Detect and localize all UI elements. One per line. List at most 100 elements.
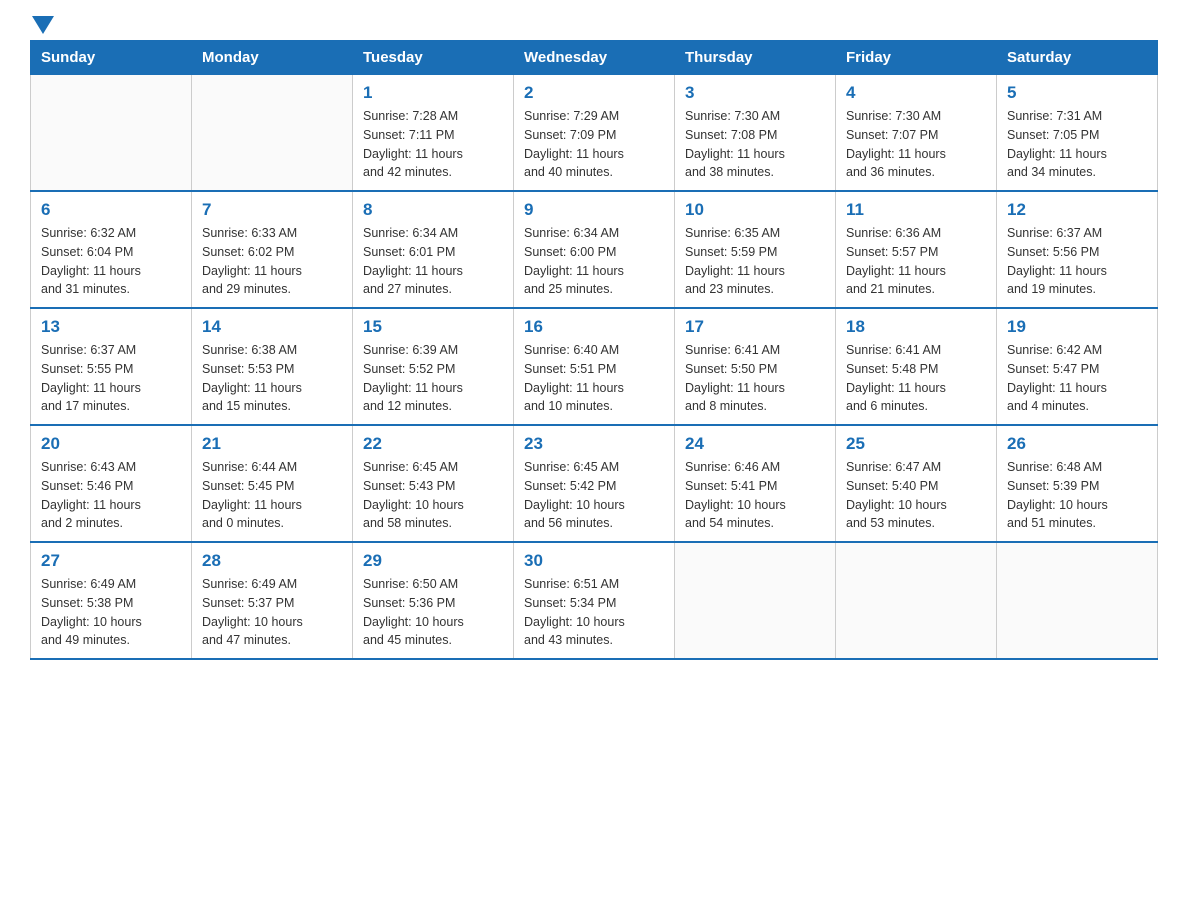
day-number: 24 <box>685 434 825 454</box>
day-number: 10 <box>685 200 825 220</box>
calendar-cell: 8 Sunrise: 6:34 AM Sunset: 6:01 PM Daylig… <box>353 191 514 308</box>
calendar-cell <box>997 542 1158 659</box>
day-info: Sunrise: 6:35 AM Sunset: 5:59 PM Dayligh… <box>685 224 825 299</box>
calendar-cell: 29 Sunrise: 6:50 AM Sunset: 5:36 PM Dayli… <box>353 542 514 659</box>
weekday-header-row: SundayMondayTuesdayWednesdayThursdayFrid… <box>31 41 1158 75</box>
page-header <box>30 20 1158 30</box>
weekday-header-tuesday: Tuesday <box>353 41 514 75</box>
day-info: Sunrise: 6:43 AM Sunset: 5:46 PM Dayligh… <box>41 458 181 533</box>
day-number: 7 <box>202 200 342 220</box>
calendar-cell: 16 Sunrise: 6:40 AM Sunset: 5:51 PM Dayli… <box>514 308 675 425</box>
day-number: 6 <box>41 200 181 220</box>
calendar-week-row: 20 Sunrise: 6:43 AM Sunset: 5:46 PM Dayli… <box>31 425 1158 542</box>
day-info: Sunrise: 6:49 AM Sunset: 5:38 PM Dayligh… <box>41 575 181 650</box>
calendar-cell: 30 Sunrise: 6:51 AM Sunset: 5:34 PM Dayli… <box>514 542 675 659</box>
day-info: Sunrise: 6:38 AM Sunset: 5:53 PM Dayligh… <box>202 341 342 416</box>
calendar-cell: 14 Sunrise: 6:38 AM Sunset: 5:53 PM Dayli… <box>192 308 353 425</box>
day-info: Sunrise: 6:51 AM Sunset: 5:34 PM Dayligh… <box>524 575 664 650</box>
calendar-cell: 12Sunrise: 6:37 AM Sunset: 5:56 PM Dayli… <box>997 191 1158 308</box>
calendar-cell: 11 Sunrise: 6:36 AM Sunset: 5:57 PM Dayli… <box>836 191 997 308</box>
day-number: 8 <box>363 200 503 220</box>
day-info: Sunrise: 6:45 AM Sunset: 5:42 PM Dayligh… <box>524 458 664 533</box>
day-info: Sunrise: 6:42 AM Sunset: 5:47 PM Dayligh… <box>1007 341 1147 416</box>
calendar-cell: 23Sunrise: 6:45 AM Sunset: 5:42 PM Dayli… <box>514 425 675 542</box>
day-info: Sunrise: 6:45 AM Sunset: 5:43 PM Dayligh… <box>363 458 503 533</box>
calendar-cell: 25 Sunrise: 6:47 AM Sunset: 5:40 PM Dayli… <box>836 425 997 542</box>
calendar-cell: 7 Sunrise: 6:33 AM Sunset: 6:02 PM Daylig… <box>192 191 353 308</box>
day-number: 20 <box>41 434 181 454</box>
calendar-week-row: 6 Sunrise: 6:32 AM Sunset: 6:04 PM Daylig… <box>31 191 1158 308</box>
day-number: 26 <box>1007 434 1147 454</box>
day-number: 29 <box>363 551 503 571</box>
day-number: 1 <box>363 83 503 103</box>
day-info: Sunrise: 6:41 AM Sunset: 5:50 PM Dayligh… <box>685 341 825 416</box>
day-number: 11 <box>846 200 986 220</box>
calendar-cell: 10 Sunrise: 6:35 AM Sunset: 5:59 PM Dayli… <box>675 191 836 308</box>
day-number: 28 <box>202 551 342 571</box>
calendar-cell: 4 Sunrise: 7:30 AM Sunset: 7:07 PM Daylig… <box>836 75 997 192</box>
calendar-cell: 27Sunrise: 6:49 AM Sunset: 5:38 PM Dayli… <box>31 542 192 659</box>
calendar-cell: 22 Sunrise: 6:45 AM Sunset: 5:43 PM Dayli… <box>353 425 514 542</box>
calendar-week-row: 27Sunrise: 6:49 AM Sunset: 5:38 PM Dayli… <box>31 542 1158 659</box>
day-info: Sunrise: 7:28 AM Sunset: 7:11 PM Dayligh… <box>363 107 503 182</box>
weekday-header-friday: Friday <box>836 41 997 75</box>
day-info: Sunrise: 6:34 AM Sunset: 6:00 PM Dayligh… <box>524 224 664 299</box>
calendar-cell: 20 Sunrise: 6:43 AM Sunset: 5:46 PM Dayli… <box>31 425 192 542</box>
weekday-header-wednesday: Wednesday <box>514 41 675 75</box>
calendar-week-row: 13Sunrise: 6:37 AM Sunset: 5:55 PM Dayli… <box>31 308 1158 425</box>
day-info: Sunrise: 6:34 AM Sunset: 6:01 PM Dayligh… <box>363 224 503 299</box>
calendar-cell: 17 Sunrise: 6:41 AM Sunset: 5:50 PM Dayli… <box>675 308 836 425</box>
day-number: 4 <box>846 83 986 103</box>
logo-triangle-icon <box>32 16 54 38</box>
calendar-cell <box>192 75 353 192</box>
day-number: 9 <box>524 200 664 220</box>
day-number: 5 <box>1007 83 1147 103</box>
calendar-cell: 9 Sunrise: 6:34 AM Sunset: 6:00 PM Daylig… <box>514 191 675 308</box>
calendar-cell: 26 Sunrise: 6:48 AM Sunset: 5:39 PM Dayli… <box>997 425 1158 542</box>
day-info: Sunrise: 6:32 AM Sunset: 6:04 PM Dayligh… <box>41 224 181 299</box>
calendar-table: SundayMondayTuesdayWednesdayThursdayFrid… <box>30 40 1158 660</box>
day-info: Sunrise: 6:47 AM Sunset: 5:40 PM Dayligh… <box>846 458 986 533</box>
calendar-cell: 18 Sunrise: 6:41 AM Sunset: 5:48 PM Dayli… <box>836 308 997 425</box>
day-number: 18 <box>846 317 986 337</box>
calendar-cell <box>675 542 836 659</box>
day-number: 16 <box>524 317 664 337</box>
calendar-cell: 5 Sunrise: 7:31 AM Sunset: 7:05 PM Daylig… <box>997 75 1158 192</box>
calendar-cell <box>836 542 997 659</box>
calendar-cell: 28 Sunrise: 6:49 AM Sunset: 5:37 PM Dayli… <box>192 542 353 659</box>
day-info: Sunrise: 6:39 AM Sunset: 5:52 PM Dayligh… <box>363 341 503 416</box>
day-number: 3 <box>685 83 825 103</box>
weekday-header-thursday: Thursday <box>675 41 836 75</box>
day-info: Sunrise: 6:33 AM Sunset: 6:02 PM Dayligh… <box>202 224 342 299</box>
weekday-header-monday: Monday <box>192 41 353 75</box>
day-number: 19 <box>1007 317 1147 337</box>
day-info: Sunrise: 7:30 AM Sunset: 7:07 PM Dayligh… <box>846 107 986 182</box>
day-info: Sunrise: 6:50 AM Sunset: 5:36 PM Dayligh… <box>363 575 503 650</box>
calendar-cell: 15 Sunrise: 6:39 AM Sunset: 5:52 PM Dayli… <box>353 308 514 425</box>
day-info: Sunrise: 6:48 AM Sunset: 5:39 PM Dayligh… <box>1007 458 1147 533</box>
day-number: 17 <box>685 317 825 337</box>
calendar-cell: 24 Sunrise: 6:46 AM Sunset: 5:41 PM Dayli… <box>675 425 836 542</box>
calendar-cell: 21Sunrise: 6:44 AM Sunset: 5:45 PM Dayli… <box>192 425 353 542</box>
day-number: 30 <box>524 551 664 571</box>
calendar-cell: 2Sunrise: 7:29 AM Sunset: 7:09 PM Daylig… <box>514 75 675 192</box>
day-number: 22 <box>363 434 503 454</box>
day-info: Sunrise: 7:31 AM Sunset: 7:05 PM Dayligh… <box>1007 107 1147 182</box>
calendar-cell: 19 Sunrise: 6:42 AM Sunset: 5:47 PM Dayli… <box>997 308 1158 425</box>
day-info: Sunrise: 6:41 AM Sunset: 5:48 PM Dayligh… <box>846 341 986 416</box>
day-info: Sunrise: 6:36 AM Sunset: 5:57 PM Dayligh… <box>846 224 986 299</box>
calendar-week-row: 1 Sunrise: 7:28 AM Sunset: 7:11 PM Daylig… <box>31 75 1158 192</box>
day-info: Sunrise: 7:29 AM Sunset: 7:09 PM Dayligh… <box>524 107 664 182</box>
day-info: Sunrise: 6:40 AM Sunset: 5:51 PM Dayligh… <box>524 341 664 416</box>
calendar-cell <box>31 75 192 192</box>
day-number: 14 <box>202 317 342 337</box>
day-number: 15 <box>363 317 503 337</box>
calendar-cell: 6 Sunrise: 6:32 AM Sunset: 6:04 PM Daylig… <box>31 191 192 308</box>
calendar-cell: 3Sunrise: 7:30 AM Sunset: 7:08 PM Daylig… <box>675 75 836 192</box>
day-number: 25 <box>846 434 986 454</box>
weekday-header-saturday: Saturday <box>997 41 1158 75</box>
day-info: Sunrise: 6:37 AM Sunset: 5:56 PM Dayligh… <box>1007 224 1147 299</box>
calendar-cell: 13Sunrise: 6:37 AM Sunset: 5:55 PM Dayli… <box>31 308 192 425</box>
day-info: Sunrise: 6:46 AM Sunset: 5:41 PM Dayligh… <box>685 458 825 533</box>
day-info: Sunrise: 6:49 AM Sunset: 5:37 PM Dayligh… <box>202 575 342 650</box>
